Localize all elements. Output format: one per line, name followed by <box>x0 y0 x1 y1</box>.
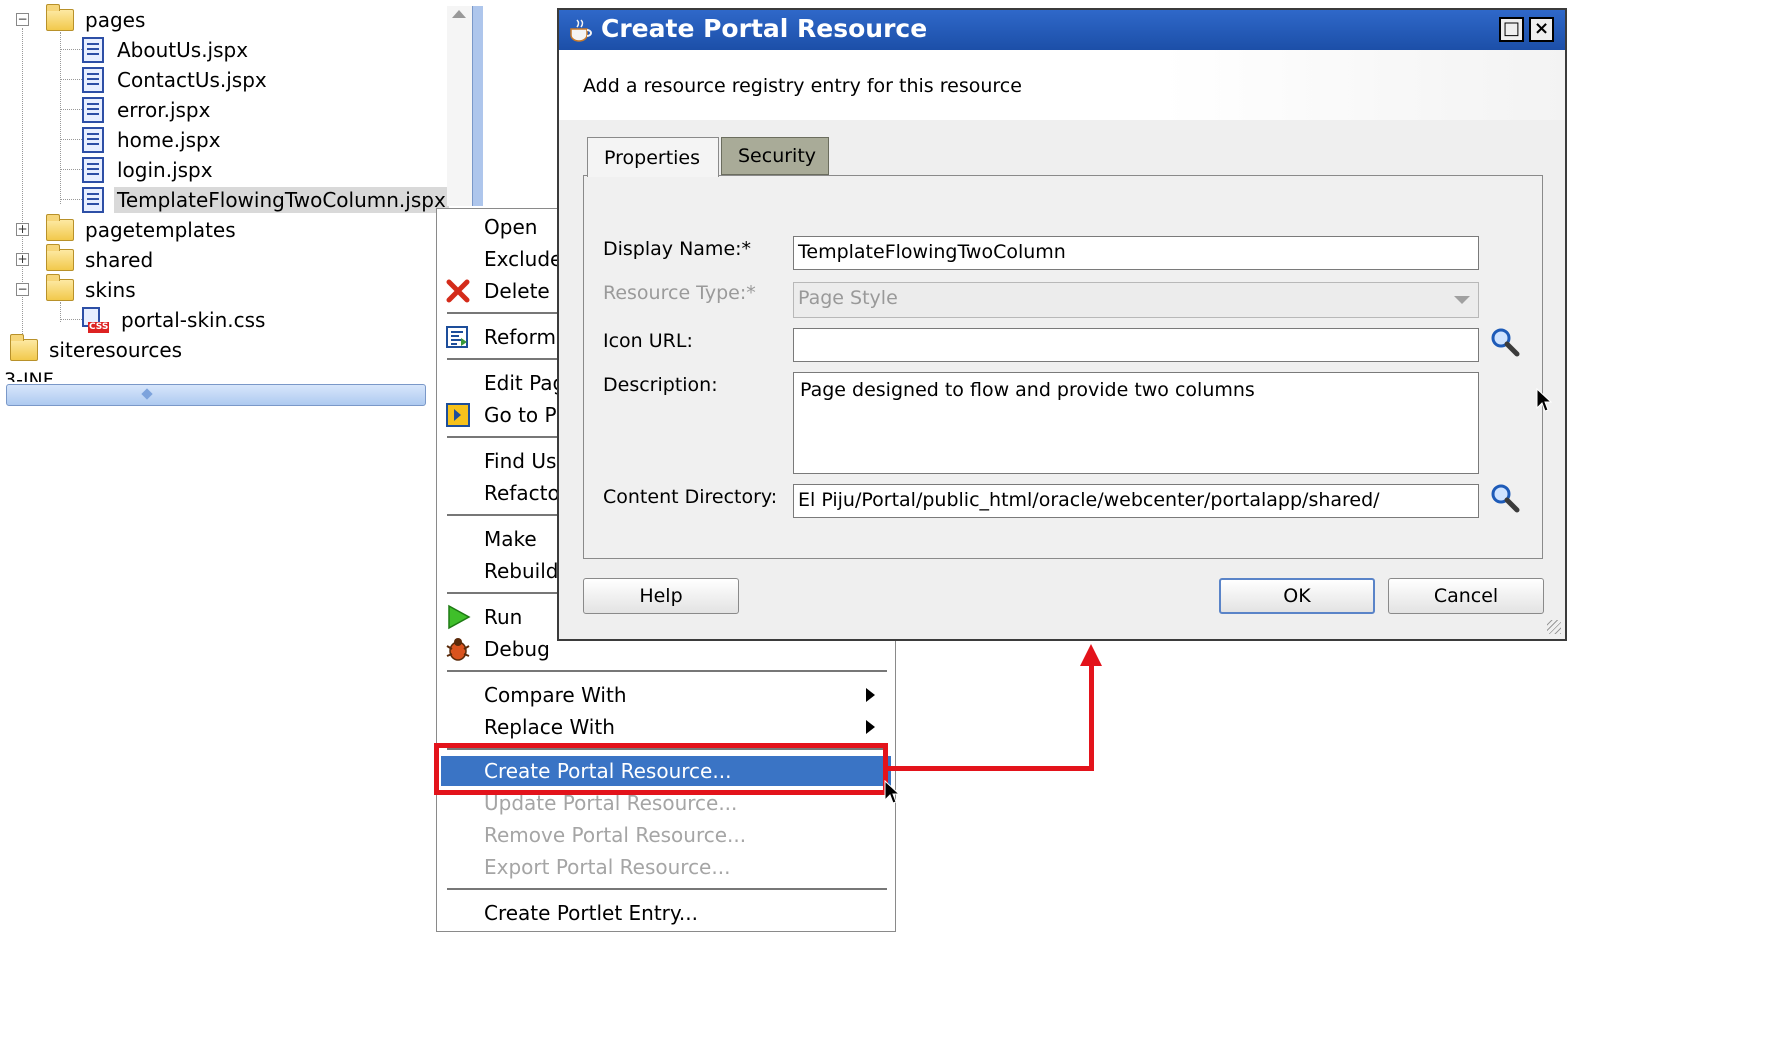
java-cup-icon <box>570 19 592 42</box>
jspx-file-icon <box>82 37 104 63</box>
dropdown-arrow-icon <box>1454 296 1470 304</box>
tab-security[interactable]: Security <box>721 137 829 175</box>
resize-grip-icon[interactable] <box>1547 620 1561 634</box>
resource-type-select[interactable]: Page Style <box>793 282 1479 318</box>
icon-url-label: Icon URL: <box>603 330 693 352</box>
resource-type-label: Resource Type:* <box>603 282 756 304</box>
icon-url-field[interactable] <box>793 328 1479 362</box>
goto-page-icon <box>446 403 470 427</box>
tab-properties[interactable]: Properties <box>587 137 719 177</box>
scroll-thumb[interactable] <box>472 6 483 206</box>
banner-text: Add a resource registry entry for this r… <box>583 75 1022 97</box>
tree-item-web-inf[interactable]: 3-INF <box>4 366 54 382</box>
maximize-button[interactable]: □ <box>1499 17 1524 42</box>
dialog-titlebar[interactable]: Create Portal Resource □ × <box>559 10 1565 50</box>
jspx-file-icon <box>82 187 104 213</box>
cancel-button[interactable]: Cancel <box>1388 578 1544 614</box>
delete-icon <box>446 279 470 303</box>
help-button[interactable]: Help <box>583 578 739 614</box>
dialog-banner: Add a resource registry entry for this r… <box>559 50 1565 120</box>
jspx-file-icon <box>82 97 104 123</box>
tree-item-siteresources[interactable]: siteresources <box>10 334 185 365</box>
mouse-cursor-icon <box>884 780 900 804</box>
create-portal-resource-dialog: Create Portal Resource □ × Add a resourc… <box>557 8 1567 641</box>
menu-item-export-portal-resource[interactable]: Export Portal Resource... <box>437 852 895 882</box>
ok-button[interactable]: OK <box>1219 578 1375 614</box>
folder-icon <box>10 334 38 361</box>
tree-connector <box>22 28 23 358</box>
description-textarea[interactable]: Page designed to flow and provide two co… <box>793 372 1479 474</box>
tree-item-shared[interactable]: shared <box>46 244 156 275</box>
tree-item-login[interactable]: login.jspx <box>82 155 216 185</box>
tree-item-templateflowingtwocolumn[interactable]: TemplateFlowingTwoColumn.jspx <box>82 185 449 215</box>
collapse-toggle-icon[interactable]: − <box>16 13 29 26</box>
tree-item-skins[interactable]: skins <box>46 274 139 305</box>
tree-item-portal-skin-css[interactable]: CSS portal-skin.css <box>82 305 268 335</box>
run-icon <box>448 604 471 630</box>
menu-item-compare-with[interactable]: Compare With <box>437 680 895 710</box>
jspx-file-icon <box>82 127 104 153</box>
scroll-up-icon[interactable] <box>452 10 466 18</box>
dialog-title: Create Portal Resource <box>601 14 928 43</box>
jspx-file-icon <box>82 67 104 93</box>
submenu-arrow-icon <box>866 688 875 702</box>
expand-toggle-icon[interactable]: + <box>16 253 29 266</box>
tree-item-pages[interactable]: pages <box>46 4 148 35</box>
close-button[interactable]: × <box>1529 17 1554 42</box>
menu-item-create-portlet-entry[interactable]: Create Portlet Entry... <box>437 898 895 928</box>
tree-item-contactus[interactable]: ContactUs.jspx <box>82 65 270 95</box>
tree-item-aboutus[interactable]: AboutUs.jspx <box>82 35 251 65</box>
reformat-icon <box>446 326 468 348</box>
annotation-arrowhead-icon <box>1080 644 1102 666</box>
folder-icon <box>46 214 74 241</box>
annotation-highlight-box <box>434 743 888 795</box>
debug-icon <box>446 638 470 661</box>
icon-url-search-icon[interactable] <box>1489 326 1521 358</box>
menu-item-replace-with[interactable]: Replace With <box>437 712 895 742</box>
expand-toggle-icon[interactable]: + <box>16 223 29 236</box>
folder-icon <box>46 4 74 31</box>
tree-item-error[interactable]: error.jspx <box>82 95 213 125</box>
menu-item-remove-portal-resource[interactable]: Remove Portal Resource... <box>437 820 895 850</box>
display-name-field[interactable]: TemplateFlowingTwoColumn <box>793 236 1479 270</box>
submenu-arrow-icon <box>866 720 875 734</box>
css-file-icon: CSS <box>82 307 110 333</box>
tree-item-home[interactable]: home.jspx <box>82 125 224 155</box>
content-directory-field[interactable]: El Piju/Portal/public_html/oracle/webcen… <box>793 484 1479 518</box>
tree-item-pagetemplates[interactable]: pagetemplates <box>46 214 239 245</box>
content-directory-label: Content Directory: <box>603 486 778 508</box>
annotation-arrow-line <box>1089 662 1094 771</box>
jspx-file-icon <box>82 157 104 183</box>
horizontal-scrollbar[interactable] <box>6 384 426 406</box>
content-directory-search-icon[interactable] <box>1489 482 1521 514</box>
folder-icon <box>46 244 74 271</box>
display-name-label: Display Name:* <box>603 238 752 260</box>
annotation-arrow-line <box>884 766 1094 771</box>
folder-icon <box>46 274 74 301</box>
description-label: Description: <box>603 374 718 396</box>
collapse-toggle-icon[interactable]: − <box>16 283 29 296</box>
mouse-cursor-icon <box>1536 388 1552 412</box>
tree-connector <box>60 32 61 204</box>
